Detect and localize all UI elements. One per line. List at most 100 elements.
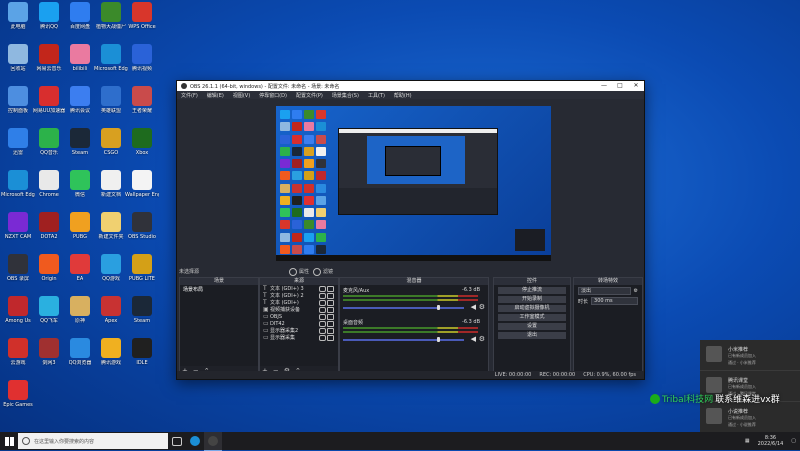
gear-icon[interactable]: ⚙: [479, 303, 485, 311]
desktop-icon[interactable]: 此电脑: [2, 2, 34, 30]
maximize-icon[interactable]: □: [612, 81, 628, 91]
desktop-icon[interactable]: bilibili: [64, 44, 96, 72]
close-icon[interactable]: ✕: [628, 81, 644, 91]
desktop-icon[interactable]: Xbox: [126, 128, 158, 156]
volume-knob[interactable]: [437, 305, 440, 310]
desktop-icon[interactable]: DOTA2: [33, 212, 65, 240]
obs-window[interactable]: OBS 26.1.1 (64-bit, windows) - 配置文件: 未命名…: [176, 80, 645, 380]
desktop-icon[interactable]: Apex: [95, 296, 127, 324]
start-button[interactable]: [0, 432, 18, 450]
source-row[interactable]: ▣ 视频捕获设备: [260, 306, 338, 313]
source-row[interactable]: T 文本 (GDI+) 3: [260, 285, 338, 292]
control-button[interactable]: 退出: [498, 332, 566, 339]
transition-select[interactable]: 淡出: [578, 287, 631, 295]
desktop-icon[interactable]: EA: [64, 254, 96, 282]
lock-icon[interactable]: [327, 335, 334, 341]
desktop-icon[interactable]: 云游戏: [2, 338, 34, 366]
volume-slider[interactable]: [343, 339, 464, 341]
desktop-icon[interactable]: 新建文件夹: [95, 212, 127, 240]
obs-preview[interactable]: [177, 99, 644, 267]
taskbar-edge[interactable]: [186, 432, 204, 450]
speaker-icon[interactable]: ◀: [471, 335, 476, 343]
eye-icon[interactable]: [319, 335, 326, 341]
source-row[interactable]: ▭ OBJS: [260, 313, 338, 320]
desktop-icon[interactable]: QQ浏览器: [64, 338, 96, 366]
speaker-icon[interactable]: ◀: [471, 303, 476, 311]
menu-item[interactable]: 工具(T): [368, 92, 385, 99]
desktop-icon[interactable]: 回收站: [2, 44, 34, 72]
control-button[interactable]: 设置: [498, 323, 566, 330]
desktop-icon[interactable]: OBS 录屏: [2, 254, 34, 282]
desktop-icon[interactable]: 腾讯视频: [126, 44, 158, 72]
desktop-icon[interactable]: CSGO: [95, 128, 127, 156]
desktop-icon[interactable]: Origin: [33, 254, 65, 282]
desktop-icon[interactable]: 网易UU加速器: [33, 86, 65, 114]
gear-icon[interactable]: ⚙: [479, 335, 485, 343]
obs-titlebar[interactable]: OBS 26.1.1 (64-bit, windows) - 配置文件: 未命名…: [177, 81, 644, 91]
notification-icon[interactable]: ▢: [791, 438, 796, 444]
menu-item[interactable]: 停靠窗口(D): [259, 92, 287, 99]
desktop-icon[interactable]: 原神: [64, 296, 96, 324]
desktop-icon[interactable]: 腾讯会议: [64, 86, 96, 114]
taskbar-search[interactable]: 在这里输入你要搜索的内容: [18, 433, 168, 449]
menu-item[interactable]: 视图(V): [233, 92, 250, 99]
volume-knob[interactable]: [437, 337, 440, 342]
menu-item[interactable]: 配置文件(P): [296, 92, 323, 99]
desktop-icon[interactable]: Steam: [126, 296, 158, 324]
taskbar-obs[interactable]: [204, 431, 222, 451]
network-icon[interactable]: ▦: [745, 438, 750, 444]
control-button[interactable]: 启动虚拟摄像机: [498, 305, 566, 312]
desktop-icon[interactable]: QQ音乐: [33, 128, 65, 156]
menu-item[interactable]: 帮助(H): [394, 92, 412, 99]
desktop-icon[interactable]: 植物大战僵尸: [95, 2, 127, 30]
properties-button[interactable]: 属性: [289, 267, 309, 276]
desktop-icon[interactable]: QQ游戏: [95, 254, 127, 282]
source-row[interactable]: ▭ 显示器采集2: [260, 327, 338, 334]
desktop-icon[interactable]: 王者荣耀: [126, 86, 158, 114]
notification-item[interactable]: 小米推荐 已有新成员加入 通过 · 小米推荐: [700, 340, 800, 371]
control-button[interactable]: 开始录制: [498, 296, 566, 303]
desktop-icon[interactable]: QQ飞车: [33, 296, 65, 324]
scene-item[interactable]: 场景布局: [180, 285, 258, 294]
desktop-icon[interactable]: IDLE: [126, 338, 158, 366]
desktop-icon[interactable]: 百度网盘: [64, 2, 96, 30]
desktop-icon[interactable]: 剑网3: [33, 338, 65, 366]
menu-item[interactable]: 文件(F): [181, 92, 198, 99]
desktop-icon[interactable]: PUBG: [64, 212, 96, 240]
source-row[interactable]: T 文本 (GDI+) 2: [260, 292, 338, 299]
source-row[interactable]: ▭ DIT42: [260, 320, 338, 327]
desktop-icon[interactable]: 腾讯游戏: [95, 338, 127, 366]
menu-item[interactable]: 编辑(E): [207, 92, 224, 99]
desktop-icon[interactable]: Epic Games: [2, 380, 34, 408]
desktop-icon[interactable]: Microsoft Edge: [1, 170, 35, 198]
notification-item[interactable]: 小说推荐 已有新成员加入 通过 · 小说推荐: [700, 402, 800, 433]
desktop-icon[interactable]: OBS Studio: [126, 212, 158, 240]
duration-field[interactable]: 300 ms: [591, 297, 638, 305]
minimize-icon[interactable]: —: [596, 81, 612, 91]
desktop-icon[interactable]: Steam: [64, 128, 96, 156]
clock[interactable]: 8:36 2022/6/14: [758, 435, 784, 447]
desktop-icon[interactable]: Chrome: [33, 170, 65, 198]
desktop-icon[interactable]: PUBG LITE: [126, 254, 158, 282]
desktop-icon[interactable]: 英雄联盟: [95, 86, 127, 114]
desktop-icon[interactable]: 新建文档: [95, 170, 127, 198]
desktop-icon[interactable]: NZXT CAM: [2, 212, 34, 240]
control-button[interactable]: 停止推流: [498, 287, 566, 294]
desktop-icon[interactable]: Among Us: [2, 296, 34, 324]
menu-item[interactable]: 场景集合(S): [332, 92, 359, 99]
source-row[interactable]: T 文本 (GDI+): [260, 299, 338, 306]
desktop-icon[interactable]: WPS Office: [126, 2, 158, 30]
task-view-button[interactable]: [168, 432, 186, 450]
source-row[interactable]: ▭ 显示器采集: [260, 334, 338, 341]
filters-button[interactable]: 滤镜: [313, 267, 333, 276]
volume-slider[interactable]: [343, 307, 464, 309]
desktop-icon[interactable]: 控制面板: [2, 86, 34, 114]
desktop-icon[interactable]: Microsoft Edge: [94, 44, 128, 72]
desktop-icon[interactable]: 腾讯QQ: [33, 2, 65, 30]
desktop-icon[interactable]: 微信: [64, 170, 96, 198]
desktop-icon[interactable]: Wallpaper Engine: [125, 170, 159, 198]
control-button[interactable]: 工作室模式: [498, 314, 566, 321]
transition-settings-icon[interactable]: ⚙: [634, 288, 638, 294]
desktop-icon[interactable]: 网易云音乐: [33, 44, 65, 72]
desktop-icon[interactable]: 迅雷: [2, 128, 34, 156]
